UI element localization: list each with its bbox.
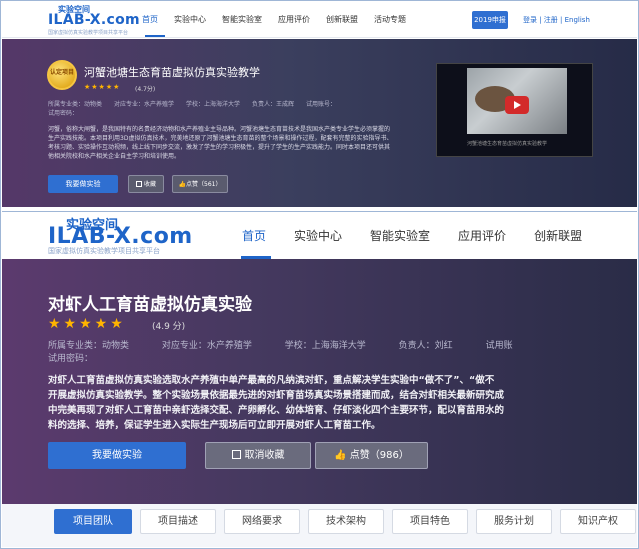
panel-small-preview: 实验空间 ILAB-X.com 国家虚拟仿真实验教学项目共享平台 首页 实验中心… xyxy=(2,2,637,207)
project-title: 对虾人工育苗虚拟仿真实验 xyxy=(48,295,252,315)
active-menu-underline xyxy=(145,35,165,37)
menu-item-alliance[interactable]: 创新联盟 xyxy=(326,14,358,25)
collect-label: 收藏 xyxy=(143,181,156,188)
apply-2019-button[interactable]: 2019申报 xyxy=(472,11,508,29)
top-nav: 实验空间 ILAB-X.com 国家虚拟仿真实验教学项目共享平台 首页 实验中心… xyxy=(2,2,637,38)
meta-line: 所属专业类：动物类 对应专业：水产养殖学 学校：上海海洋大学 负责人：王成辉 试… xyxy=(48,101,337,108)
menu-item-evaluation[interactable]: 应用评价 xyxy=(278,14,310,25)
uncollect-button[interactable]: 取消收藏 xyxy=(205,442,311,469)
star-rating-icon: ★★★★★ xyxy=(84,83,121,91)
project-hero: 对虾人工育苗虚拟仿真实验 ★★★★★ (4.9 分) 所属专业类：动物类 对应专… xyxy=(2,259,637,504)
like-button[interactable]: 👍点赞（561） xyxy=(172,175,228,193)
rating-score: (4.9 分) xyxy=(152,322,186,332)
like-label: 点赞（986） xyxy=(349,450,409,461)
logo-subtitle: 国家虚拟仿真实验教学项目共享平台 xyxy=(48,30,129,36)
like-label: 点赞（561） xyxy=(186,181,222,188)
menu-item-lab-center[interactable]: 实验中心 xyxy=(174,14,206,25)
collect-button[interactable]: 收藏 xyxy=(128,175,164,193)
meta-password: 试用密码： xyxy=(48,110,79,117)
tab-ip[interactable]: 知识产权 xyxy=(560,509,636,534)
rating-score: (4.7分) xyxy=(135,86,156,93)
logo-wordmark[interactable]: ILAB-X.com xyxy=(48,12,140,28)
meta-trial-account: 试用账 xyxy=(485,341,513,351)
project-description: 河蟹，俗称大闸蟹，是我国特有的名贵经济动物和水产养殖业主导品种。河蟹池塘生态育苗… xyxy=(48,126,393,160)
video-caption: 河蟹池塘生态育苗虚拟仿真实验教学 xyxy=(467,141,548,147)
thumb-up-icon: 👍 xyxy=(334,450,350,461)
project-hero: 认定项目 河蟹池塘生态育苗虚拟仿真实验教学 ★★★★★ (4.7分) 所属专业类… xyxy=(2,39,637,207)
tab-team[interactable]: 项目团队 xyxy=(54,509,132,534)
like-button[interactable]: 👍 点赞（986） xyxy=(315,442,428,469)
menu-item-alliance[interactable]: 创新联盟 xyxy=(534,227,582,244)
menu-item-smart-lab[interactable]: 智能实验室 xyxy=(222,14,262,25)
intro-video-player[interactable]: 河蟹池塘生态育苗虚拟仿真实验教学 xyxy=(436,63,593,157)
medal-label: 认定项目 xyxy=(49,69,74,76)
description-line: 料的选择、培养，保证学生进入实际生产现场后可立即开展对虾人工育苗工作。 xyxy=(48,420,381,431)
meta-category: 所属专业类：动物类 xyxy=(48,341,130,351)
top-nav: 实验空间 ILAB-X.com 国家虚拟仿真实验教学项目共享平台 首页 实验中心… xyxy=(2,212,637,259)
collect-icon xyxy=(231,450,241,459)
project-meta: 所属专业类：动物类 对应专业：水产养殖学 学校：上海海洋大学 负责人：王成辉 试… xyxy=(48,100,336,118)
description-line: 中完美再现了对虾人工育苗中亲虾选择交配、产卵孵化、幼体培育、仔虾淡化四个主要环节… xyxy=(48,405,505,416)
logo-subtitle: 国家虚拟仿真实验教学项目共享平台 xyxy=(48,247,160,255)
do-experiment-button[interactable]: 我要做实验 xyxy=(48,442,186,469)
main-menu: 首页 实验中心 智能实验室 应用评价 创新联盟 活动专题 xyxy=(142,14,422,25)
uncollect-label: 取消收藏 xyxy=(244,450,285,461)
project-meta: 所属专业类：动物类 对应专业：水产养殖学 学校：上海海洋大学 负责人：刘红 试用… xyxy=(48,338,543,351)
menu-item-events[interactable]: 活动专题 xyxy=(374,14,406,25)
thumb-up-icon: 👍 xyxy=(178,181,187,188)
meta-password: 试用密码： xyxy=(48,354,94,364)
project-description: 对虾人工育苗虚拟仿真实验选取水产养殖中单产最高的凡纳滨对虾，重点解决学生实验中“… xyxy=(48,373,637,433)
menu-item-lab-center[interactable]: 实验中心 xyxy=(294,227,342,244)
tab-architecture[interactable]: 技术架构 xyxy=(308,509,384,534)
tab-network[interactable]: 网络要求 xyxy=(224,509,300,534)
menu-item-home[interactable]: 首页 xyxy=(142,14,158,25)
meta-leader: 负责人：刘红 xyxy=(398,341,453,351)
certified-medal-icon: 认定项目 xyxy=(47,60,77,90)
main-menu: 首页 实验中心 智能实验室 应用评价 创新联盟 xyxy=(242,227,610,244)
collect-icon xyxy=(135,181,142,187)
tab-service-plan[interactable]: 服务计划 xyxy=(476,509,552,534)
description-line: 开展虚拟仿真实验教学。整个实验场景依据最先进的对虾育苗场真实场景搭建而成，结合对… xyxy=(48,390,505,401)
user-links[interactable]: 登录 | 注册 | English xyxy=(523,15,590,25)
meta-major: 对应专业：水产养殖学 xyxy=(161,341,252,351)
project-title: 河蟹池塘生态育苗虚拟仿真实验教学 xyxy=(84,66,260,79)
panel-large-preview: 实验空间 ILAB-X.com 国家虚拟仿真实验教学项目共享平台 首页 实验中心… xyxy=(2,211,637,547)
star-rating-icon: ★★★★★ xyxy=(48,316,126,332)
do-experiment-button[interactable]: 我要做实验 xyxy=(48,175,118,193)
meta-school: 学校：上海海洋大学 xyxy=(284,341,366,351)
menu-item-home[interactable]: 首页 xyxy=(242,227,266,244)
tab-features[interactable]: 项目特色 xyxy=(392,509,468,534)
play-icon[interactable] xyxy=(505,96,529,114)
tab-description[interactable]: 项目描述 xyxy=(140,509,216,534)
menu-item-smart-lab[interactable]: 智能实验室 xyxy=(370,227,430,244)
project-tabs: 项目团队 项目描述 网络要求 技术架构 项目特色 服务计划 知识产权 xyxy=(2,504,637,547)
description-line: 对虾人工育苗虚拟仿真实验选取水产养殖中单产最高的凡纳滨对虾，重点解决学生实验中“… xyxy=(48,375,495,386)
menu-item-evaluation[interactable]: 应用评价 xyxy=(458,227,506,244)
